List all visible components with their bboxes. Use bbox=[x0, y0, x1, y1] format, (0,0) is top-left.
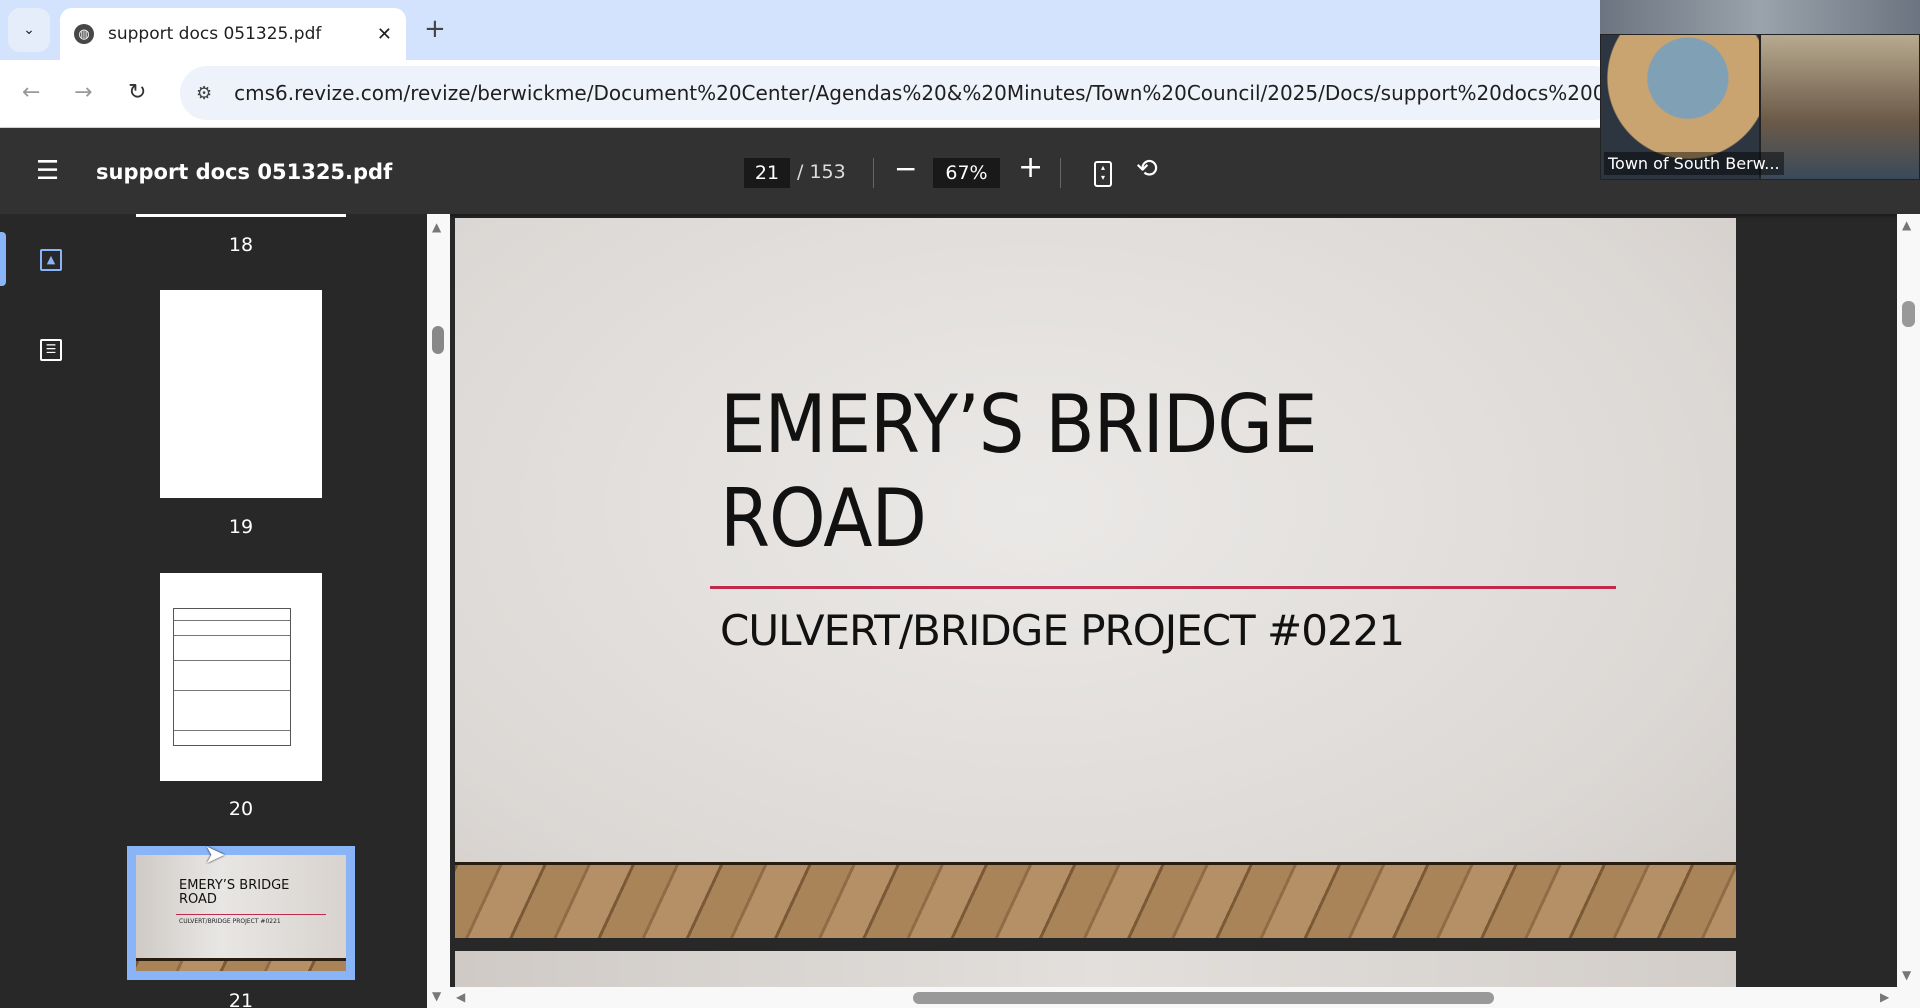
sidebar-scrollbar-thumb[interactable] bbox=[432, 326, 444, 354]
thumbnail-slide-subtitle: CULVERT/BRIDGE PROJECT #0221 bbox=[179, 918, 281, 925]
page-number-input[interactable]: 21 bbox=[744, 158, 790, 188]
slide-accent-rule bbox=[710, 586, 1616, 589]
page-total: / 153 bbox=[797, 161, 846, 183]
main-vertical-scrollbar[interactable]: ▲ ▼ bbox=[1897, 214, 1920, 987]
thumbnail-rule bbox=[176, 914, 326, 915]
hamburger-menu-icon[interactable]: ☰ bbox=[36, 156, 59, 186]
rotate-icon[interactable]: ⟲ bbox=[1136, 154, 1158, 184]
video-room-view bbox=[1600, 0, 1920, 34]
close-icon[interactable]: ✕ bbox=[377, 24, 392, 45]
thumbnail-slide-title: EMERY’S BRIDGE ROAD bbox=[179, 878, 290, 907]
thumbnail-sidebar: ▲ ☰ 18 19 20 EMERY’S BRIDGE ROAD CULVERT/… bbox=[0, 214, 427, 1008]
thumbnail-label-19: 19 bbox=[228, 516, 254, 538]
tab-search-chevron-down-icon[interactable]: ⌄ bbox=[8, 8, 50, 52]
video-label: Town of South Berw... bbox=[1604, 152, 1784, 175]
thumbnail-label-20: 20 bbox=[228, 798, 254, 820]
video-participant-2 bbox=[1760, 34, 1920, 180]
pdf-page-21: EMERY’S BRIDGE ROAD CULVERT/BRIDGE PROJEC… bbox=[455, 218, 1736, 938]
horizontal-scrollbar[interactable]: ◀ ▶ bbox=[450, 987, 1920, 1008]
fit-page-icon[interactable]: ▴ ▾ bbox=[1094, 161, 1112, 187]
zoom-in-plus-icon[interactable]: + bbox=[1018, 150, 1043, 185]
active-indicator bbox=[0, 232, 6, 286]
thumbnail-wood-floor bbox=[136, 958, 346, 971]
horizontal-scrollbar-thumb[interactable] bbox=[913, 992, 1494, 1004]
divider bbox=[1060, 158, 1061, 188]
main-scrollbar-thumb[interactable] bbox=[1902, 301, 1915, 327]
site-settings-icon[interactable]: ⚙ bbox=[196, 83, 212, 104]
url-field[interactable]: ⚙ cms6.revize.com/revize/berwickme/Docum… bbox=[180, 66, 1620, 120]
zoom-level-input[interactable]: 67% bbox=[933, 158, 1000, 188]
scroll-right-arrow-icon[interactable]: ▶ bbox=[1880, 990, 1889, 1004]
browser-tab[interactable]: ◍ support docs 051325.pdf ✕ bbox=[60, 8, 406, 60]
thumbnail-page-21-selected[interactable]: EMERY’S BRIDGE ROAD CULVERT/BRIDGE PROJEC… bbox=[127, 846, 355, 980]
thumbnail-label-18: 18 bbox=[228, 234, 254, 256]
back-icon[interactable]: ← bbox=[22, 80, 40, 105]
scroll-up-arrow-icon[interactable]: ▲ bbox=[1902, 218, 1911, 232]
url-text[interactable]: cms6.revize.com/revize/berwickme/Documen… bbox=[234, 81, 1620, 105]
sidebar-scrollbar[interactable]: ▲ ▼ bbox=[427, 214, 450, 1008]
thumbnails-image-icon[interactable]: ▲ bbox=[40, 249, 62, 271]
scroll-down-arrow-icon[interactable]: ▼ bbox=[1902, 968, 1911, 982]
slide-subtitle: CULVERT/BRIDGE PROJECT #0221 bbox=[720, 606, 1405, 655]
video-call-overlay: Town of South Berw... bbox=[1600, 0, 1920, 180]
thumbnail-slide: EMERY’S BRIDGE ROAD CULVERT/BRIDGE PROJEC… bbox=[136, 855, 346, 971]
scroll-left-arrow-icon[interactable]: ◀ bbox=[456, 990, 465, 1004]
document-title: support docs 051325.pdf bbox=[96, 160, 393, 184]
outline-list-icon[interactable]: ☰ bbox=[40, 339, 62, 361]
slide-title: EMERY’S BRIDGE ROAD bbox=[720, 378, 1318, 565]
divider bbox=[873, 158, 874, 188]
reload-icon[interactable]: ↻ bbox=[128, 80, 146, 105]
scroll-down-arrow-icon[interactable]: ▼ bbox=[432, 989, 441, 1003]
thumbnail-page-19[interactable] bbox=[160, 290, 322, 498]
pdf-page-22 bbox=[455, 951, 1736, 987]
tab-title: support docs 051325.pdf bbox=[108, 24, 322, 44]
globe-icon: ◍ bbox=[74, 24, 94, 44]
thumbnail-18-bottom[interactable] bbox=[136, 214, 346, 217]
new-tab-plus-icon[interactable]: + bbox=[424, 14, 446, 44]
mouse-cursor-icon: ➤ bbox=[204, 840, 226, 870]
thumbnail-label-21: 21 bbox=[228, 990, 254, 1008]
thumbnail-page-20[interactable] bbox=[160, 573, 322, 781]
wood-floor-image bbox=[455, 862, 1736, 938]
zoom-out-minus-icon[interactable]: − bbox=[894, 152, 917, 185]
scroll-up-arrow-icon[interactable]: ▲ bbox=[432, 220, 441, 234]
forward-icon[interactable]: → bbox=[74, 80, 92, 105]
thumbnail-form-table bbox=[173, 608, 291, 746]
